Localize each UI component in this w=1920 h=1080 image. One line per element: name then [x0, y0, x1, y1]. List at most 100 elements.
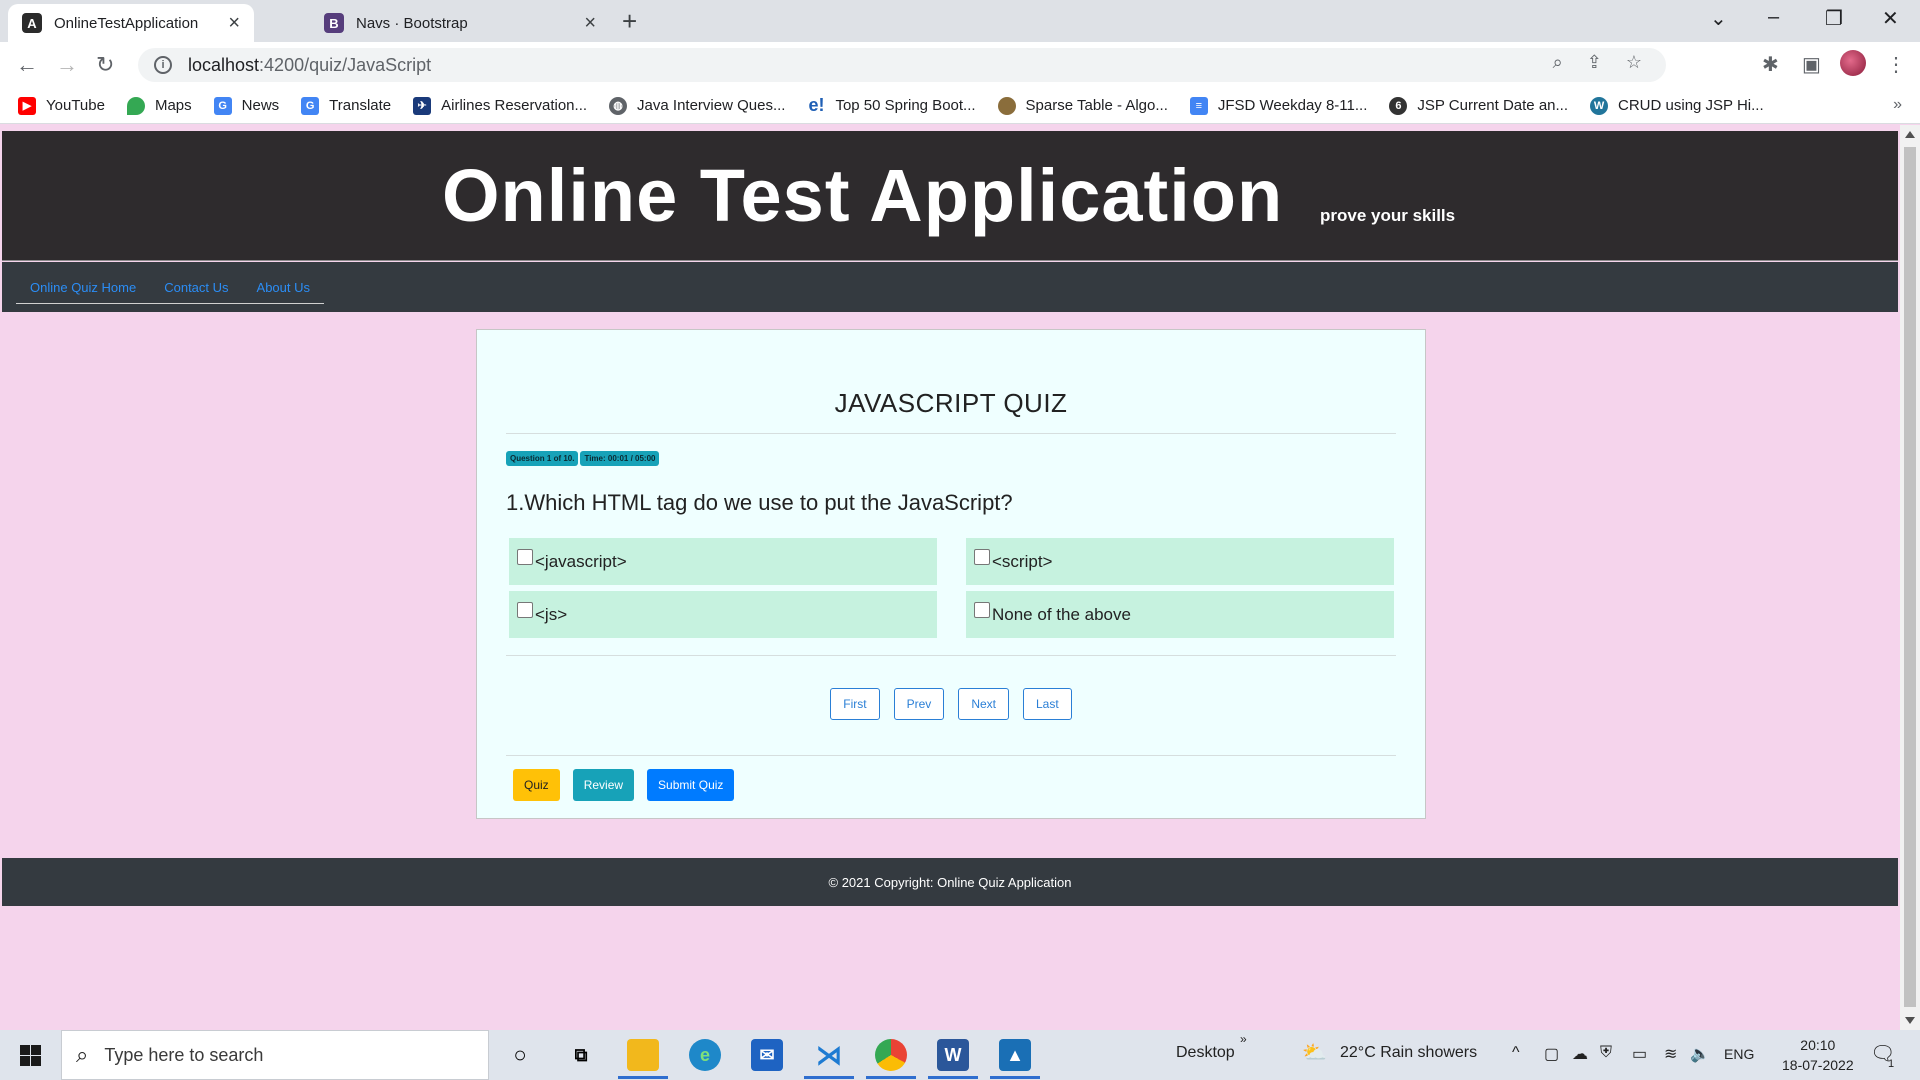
translate-icon: G — [301, 96, 320, 115]
divider — [506, 433, 1396, 434]
chrome-icon[interactable] — [875, 1039, 907, 1071]
review-button[interactable]: Review — [572, 769, 635, 801]
nav-link-online-quiz-home[interactable]: Online Quiz Home — [30, 280, 136, 303]
nav-link-about-us[interactable]: About Us — [257, 280, 310, 303]
submit-quiz-button[interactable]: Submit Quiz — [647, 769, 735, 801]
weather-text[interactable]: 22°C Rain showers — [1340, 1044, 1477, 1062]
app-navbar: Online Quiz Home Contact Us About Us — [2, 262, 1898, 312]
prev-button[interactable]: Prev — [893, 688, 945, 720]
option-label: <javascript> — [535, 551, 627, 571]
desktop-toolbar-label[interactable]: Desktop — [1176, 1044, 1235, 1062]
tray-chevron-icon[interactable]: ^ — [1512, 1044, 1520, 1062]
first-button[interactable]: First — [830, 688, 880, 720]
last-button[interactable]: Last — [1023, 688, 1072, 720]
bookmark-label: News — [241, 97, 280, 114]
zoom-icon[interactable]: ⌕ — [1553, 52, 1563, 73]
close-icon[interactable]: × — [228, 12, 240, 35]
wifi-icon[interactable]: ≋ — [1664, 1044, 1677, 1064]
bookmarks-bar: ▶ YouTube Maps G News G Translate ✈ Airlines… — [0, 88, 1920, 124]
bookmark-sparse-table[interactable]: Sparse Table - Algo... — [997, 96, 1168, 115]
browser-tab-bar: A OnlineTestApplication × B Navs · Boots… — [0, 0, 1920, 42]
bookmark-spring-boot[interactable]: e! Top 50 Spring Boot... — [807, 95, 975, 115]
bookmark-translate[interactable]: G Translate — [301, 96, 391, 115]
info-icon[interactable]: i — [154, 56, 172, 74]
back-icon[interactable]: ← — [16, 52, 38, 78]
quiz-title: JAVASCRIPT QUIZ — [834, 388, 1068, 418]
menu-icon[interactable]: ⋮ — [1886, 52, 1906, 77]
volume-icon[interactable]: 🔈 — [1690, 1044, 1710, 1064]
option-javascript[interactable]: <javascript> — [509, 538, 937, 585]
file-explorer-icon[interactable] — [627, 1039, 659, 1071]
search-placeholder: Type here to search — [104, 1044, 264, 1065]
scrollbar-thumb[interactable] — [1904, 147, 1916, 1007]
bookmark-airlines[interactable]: ✈ Airlines Reservation... — [413, 96, 587, 115]
quiz-button[interactable]: Quiz — [513, 769, 560, 801]
page-scrollbar[interactable] — [1900, 125, 1920, 1030]
option-checkbox[interactable] — [517, 548, 533, 565]
bookmark-youtube[interactable]: ▶ YouTube — [18, 96, 105, 115]
tab-search-chevron-icon[interactable]: ⌄ — [1710, 6, 1727, 31]
angular-icon: A — [22, 13, 42, 33]
clock[interactable]: 20:10 18-07-2022 — [1782, 1035, 1854, 1075]
language-indicator[interactable]: ENG — [1724, 1046, 1754, 1062]
bookmark-news[interactable]: G News — [213, 96, 280, 115]
more-bookmarks-icon[interactable]: » — [1893, 96, 1902, 114]
copyright-text: © 2021 Copyright: Online Quiz Applicatio… — [828, 874, 1072, 890]
word-icon[interactable]: W — [937, 1039, 969, 1071]
cortana-icon[interactable]: ○ — [504, 1039, 536, 1071]
restore-icon[interactable]: ❐ — [1825, 6, 1843, 31]
active-indicator — [990, 1076, 1040, 1079]
toolbar-more-icon[interactable]: » — [1240, 1032, 1247, 1046]
meet-icon[interactable]: ▢ — [1544, 1044, 1559, 1064]
reload-icon[interactable]: ↻ — [96, 52, 114, 78]
bookmark-jfsd[interactable]: ≡ JFSD Weekday 8-11... — [1189, 96, 1367, 115]
onedrive-icon[interactable]: ☁ — [1572, 1044, 1588, 1064]
option-none-of-the-above[interactable]: None of the above — [966, 591, 1394, 638]
option-checkbox[interactable] — [974, 601, 990, 618]
window-close-icon[interactable]: ✕ — [1882, 6, 1899, 31]
option-label: None of the above — [992, 604, 1131, 624]
close-icon[interactable]: × — [584, 12, 596, 35]
photos-icon[interactable]: ▲ — [999, 1039, 1031, 1071]
mail-icon[interactable]: ✉ — [751, 1039, 783, 1071]
edureka-icon: e! — [808, 95, 825, 115]
tab-onlinetestapplication[interactable]: A OnlineTestApplication × — [8, 4, 254, 42]
bookmark-java-interview[interactable]: ◍ Java Interview Ques... — [609, 96, 785, 115]
battery-icon[interactable]: ▭ — [1632, 1044, 1647, 1064]
bookmark-jsp-date[interactable]: 6 JSP Current Date an... — [1389, 96, 1568, 115]
site-icon: 6 — [1389, 96, 1408, 115]
tab-title: OnlineTestApplication — [54, 14, 199, 32]
windows-start-icon[interactable] — [20, 1045, 41, 1066]
task-view-icon[interactable]: ⧉ — [565, 1039, 597, 1071]
new-tab-icon[interactable]: + — [622, 6, 637, 37]
bookmark-crud-jsp[interactable]: W CRUD using JSP Hi... — [1590, 96, 1764, 115]
bookmark-maps[interactable]: Maps — [126, 96, 192, 115]
option-checkbox[interactable] — [974, 548, 990, 565]
nav-link-contact-us[interactable]: Contact Us — [164, 280, 228, 303]
notification-count: 1 — [1888, 1058, 1895, 1070]
minimize-icon[interactable]: – — [1768, 6, 1779, 29]
search-icon: ⌕ — [76, 1042, 89, 1067]
profile-avatar[interactable] — [1840, 50, 1866, 76]
defender-icon[interactable]: ⛨ — [1600, 1044, 1612, 1062]
extensions-icon[interactable]: ✱ — [1762, 52, 1779, 77]
scroll-up-icon[interactable] — [1905, 131, 1915, 138]
vscode-icon[interactable]: ⋊ — [813, 1039, 845, 1071]
option-js[interactable]: <js> — [509, 591, 937, 638]
tab-navs-bootstrap[interactable]: B Navs · Bootstrap × — [310, 4, 610, 42]
edge-icon[interactable]: e — [689, 1039, 721, 1071]
next-button[interactable]: Next — [958, 688, 1009, 720]
news-icon: G — [213, 96, 232, 115]
taskbar-search-input[interactable]: ⌕ Type here to search — [61, 1030, 489, 1080]
address-bar[interactable]: i localhost:4200/quiz/JavaScript ⌕ ⇪ ☆ — [138, 48, 1666, 82]
youtube-icon: ▶ — [18, 96, 36, 115]
divider — [506, 655, 1396, 656]
star-icon[interactable]: ☆ — [1626, 52, 1642, 73]
option-script[interactable]: <script> — [966, 538, 1394, 585]
option-checkbox[interactable] — [517, 601, 533, 618]
scroll-down-icon[interactable] — [1905, 1017, 1915, 1024]
tagline: prove your skills — [1320, 206, 1456, 225]
side-panel-icon[interactable]: ▣ — [1802, 52, 1821, 77]
share-icon[interactable]: ⇪ — [1587, 52, 1602, 73]
forward-icon[interactable]: → — [56, 52, 78, 78]
